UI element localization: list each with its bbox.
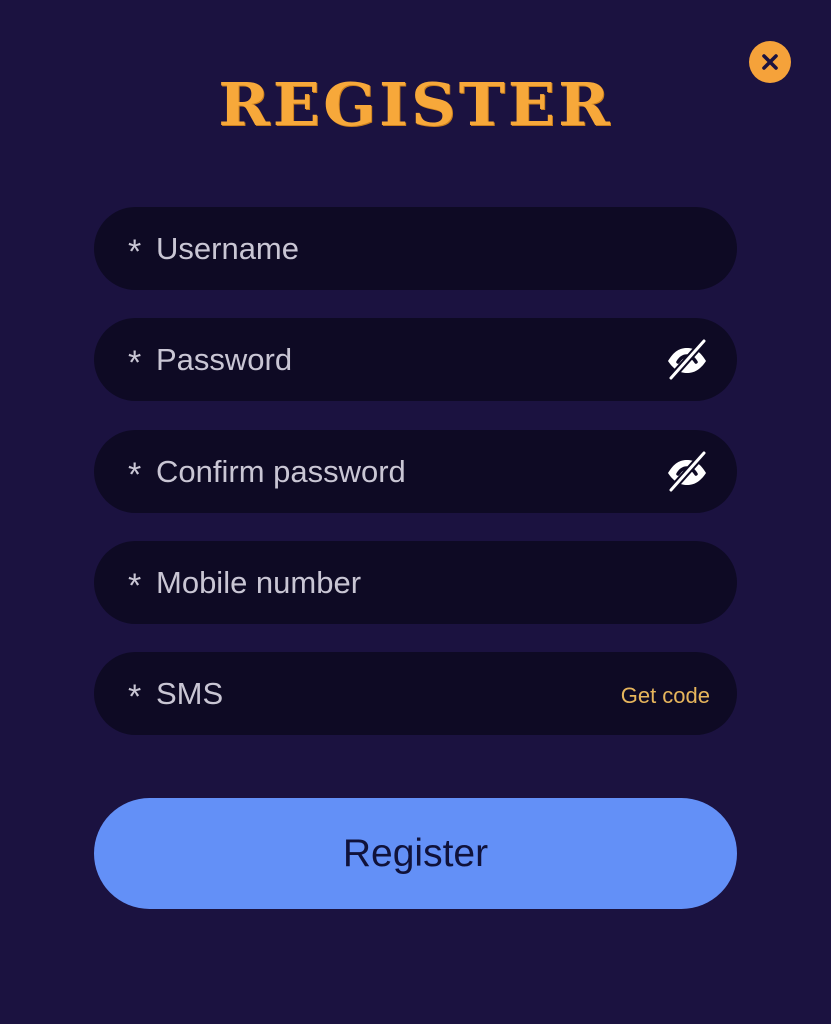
eye-off-icon	[667, 449, 708, 493]
required-marker: *	[128, 455, 142, 494]
page-title: REGISTER	[218, 69, 613, 140]
username-field: *	[94, 207, 737, 290]
toggle-confirm-password-visibility-button[interactable]	[663, 448, 711, 496]
close-icon	[762, 54, 778, 70]
sms-code-input[interactable]	[156, 668, 621, 719]
register-dialog: REGISTER * * * *	[0, 0, 831, 1024]
mobile-number-field: *	[94, 541, 737, 624]
toggle-password-visibility-button[interactable]	[663, 336, 711, 384]
password-input[interactable]	[156, 334, 663, 385]
get-code-button[interactable]: Get code	[621, 683, 710, 709]
sms-code-field: * Get code	[94, 652, 737, 735]
required-marker: *	[128, 232, 142, 271]
mobile-number-input[interactable]	[156, 557, 707, 608]
required-marker: *	[128, 677, 142, 716]
username-input[interactable]	[156, 223, 707, 274]
required-marker: *	[128, 343, 142, 382]
register-button[interactable]: Register	[94, 798, 737, 909]
password-field: *	[94, 318, 737, 401]
required-marker: *	[128, 566, 142, 605]
confirm-password-input[interactable]	[156, 446, 663, 497]
eye-off-icon	[667, 337, 708, 381]
confirm-password-field: *	[94, 430, 737, 513]
